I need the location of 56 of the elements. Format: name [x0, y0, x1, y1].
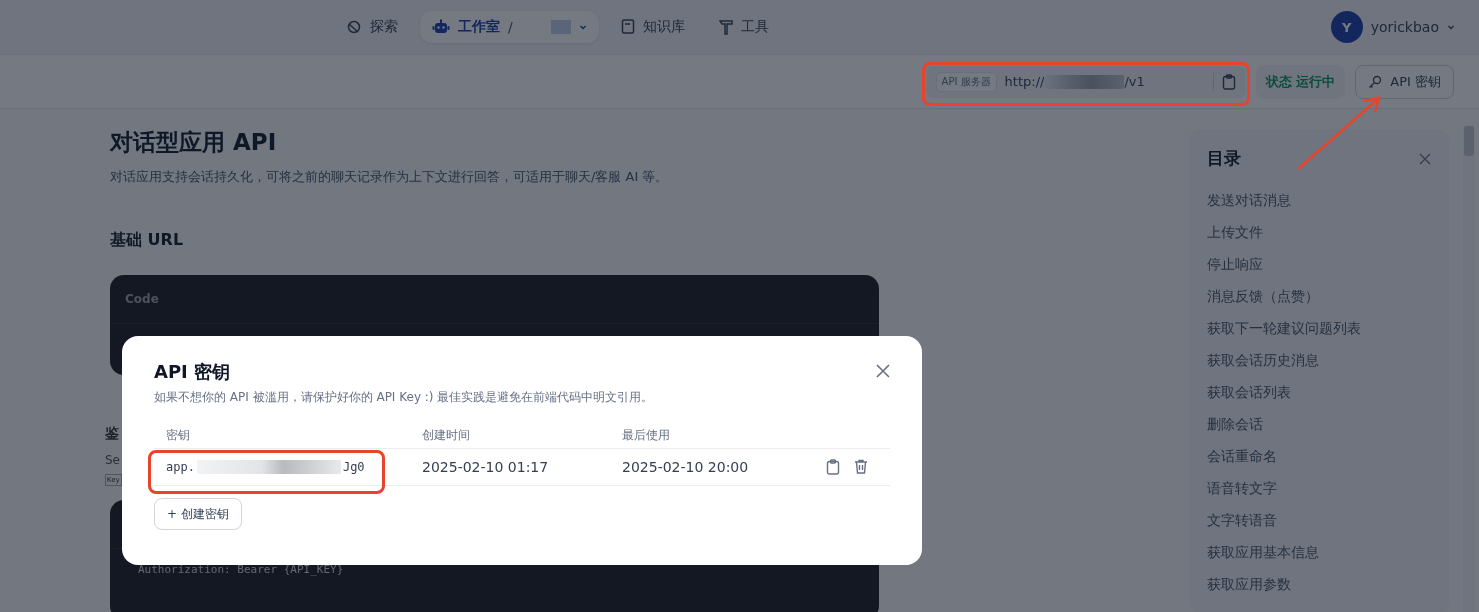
create-key-button[interactable]: + 创建密钥: [154, 498, 242, 530]
api-server-field[interactable]: API 服务器 http:// /v1: [925, 65, 1246, 98]
toc-link[interactable]: 文字转语音: [1207, 512, 1431, 544]
server-url: /v1: [1124, 74, 1145, 89]
toc-link[interactable]: 获取会话列表: [1207, 384, 1431, 416]
key-text: app.: [166, 460, 195, 474]
code-header: Code: [125, 292, 159, 306]
section-heading: 鉴: [105, 425, 119, 443]
toc-link[interactable]: 获取下一轮建议问题列表: [1207, 320, 1431, 352]
nav-tab[interactable]: 工具: [706, 11, 781, 43]
user-name: yorickbao: [1370, 19, 1439, 35]
section-text: Se: [105, 453, 120, 467]
toc-link[interactable]: 语音转文字: [1207, 480, 1431, 512]
key-icon: [1368, 74, 1383, 89]
toc-link[interactable]: 会话重命名: [1207, 448, 1431, 480]
table-cell-text: 2025-02-10 01:17: [422, 459, 550, 475]
server-url: http://: [1004, 74, 1045, 89]
user-menu[interactable]: Y yorickbao: [1330, 11, 1455, 43]
code-line: Authorization: Bearer {API_KEY}: [138, 563, 344, 576]
dialog-title: API 密钥: [154, 360, 232, 384]
toc-link[interactable]: 消息反馈（点赞）: [1207, 288, 1431, 320]
toc-link[interactable]: 发送对话消息: [1207, 192, 1431, 224]
toc-link[interactable]: 获取会话历史消息: [1207, 352, 1431, 384]
page-title: 对话型应用 API: [110, 128, 278, 157]
chevron-icon: [1447, 23, 1455, 31]
chevron-icon: [578, 23, 587, 31]
avatar: Y: [1330, 11, 1363, 43]
hammer-icon: [718, 19, 733, 35]
book-icon: [620, 19, 635, 35]
clipboard-icon[interactable]: [1221, 73, 1236, 90]
nav-tab[interactable]: 工作室 /: [420, 11, 599, 43]
column-header: 密钥: [166, 426, 191, 444]
robot-icon: [432, 19, 450, 35]
column-header: 创建时间: [422, 426, 471, 444]
breadcrumb-separator: /: [508, 19, 513, 35]
trash-icon[interactable]: [854, 459, 868, 474]
toc-link[interactable]: 获取应用参数: [1207, 576, 1431, 608]
toc-link[interactable]: 上传文件: [1207, 224, 1431, 256]
toc-link[interactable]: 停止响应: [1207, 256, 1431, 288]
server-tag: API 服务器: [935, 71, 997, 92]
nav-tab[interactable]: 知识库: [608, 11, 697, 43]
toc-link[interactable]: 获取应用基本信息: [1207, 544, 1431, 576]
nav-tab[interactable]: 探索: [334, 11, 410, 43]
table-cell-text: 2025-02-10 20:00: [622, 459, 750, 475]
dialog-description: 如果不想你的 API 被滥用，请保护好你的 API Key :) 最佳实践是避免在前端代码中明文引用。: [154, 389, 654, 406]
api-key-button[interactable]: API 密钥: [1355, 64, 1454, 99]
page-description: 对话应用支持会话持久化，可将之前的聊天记录作为上下文进行回答，可适用于聊天/客服 AI 等。: [110, 168, 670, 186]
toc-title: 目录: [1207, 147, 1241, 170]
status-badge: 状态 运行中: [1255, 64, 1346, 99]
clipboard-icon[interactable]: [826, 459, 840, 475]
key-text: Jg0: [342, 460, 365, 474]
column-header: 最后使用: [622, 426, 671, 444]
close-icon[interactable]: [876, 364, 890, 378]
section-heading: 基础 URL: [110, 230, 185, 251]
toc-link[interactable]: 删除会话: [1207, 416, 1431, 448]
blurred-mark: [550, 20, 571, 34]
